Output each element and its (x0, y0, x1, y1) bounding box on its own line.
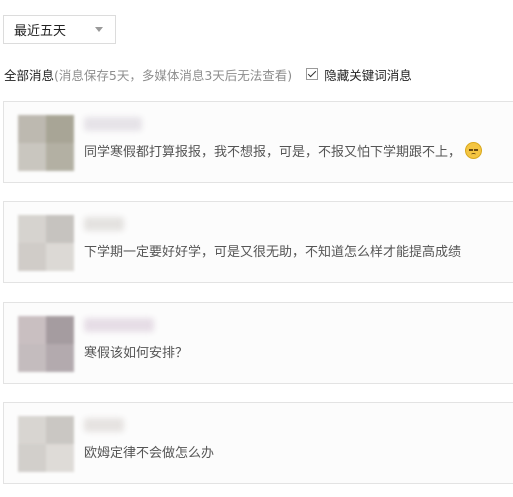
message-card: 同学寒假都打算报报，我不想报，可是，不报又怕下学期跟不上， (3, 101, 513, 183)
message-text-row: 同学寒假都打算报报，我不想报，可是，不报又怕下学期跟不上， (84, 141, 483, 160)
sender-name-blurred (84, 117, 142, 131)
sender-name-blurred (84, 318, 154, 332)
chevron-down-icon (95, 27, 103, 32)
all-messages-label: 全部消息 (4, 67, 55, 83)
message-card: 欧姆定律不会做怎么办 (3, 402, 513, 484)
message-card: 寒假该如何安排？ (3, 302, 513, 384)
message-card: 下学期一定要好好学，可是又很无助，不知道怎么样才能提高成绩 (3, 201, 513, 283)
sender-name-blurred (84, 217, 124, 231)
sender-name-blurred (84, 418, 124, 432)
message-text: 下学期一定要好好学，可是又很无助，不知道怎么样才能提高成绩 (84, 245, 462, 260)
avatar (18, 416, 74, 472)
message-text-row: 欧姆定律不会做怎么办 (84, 442, 214, 461)
avatar (18, 215, 74, 271)
hide-keyword-checkbox[interactable] (306, 68, 319, 80)
retention-note: (消息保存5天，多媒体消息3天后无法查看) (54, 67, 293, 83)
pensive-face-icon (465, 142, 483, 159)
hide-keyword-label: 隐藏关键词消息 (324, 67, 412, 83)
time-range-value: 最近五天 (14, 24, 67, 39)
message-filter-bar: 全部消息 (消息保存5天，多媒体消息3天后无法查看) 隐藏关键词消息 (4, 64, 513, 84)
message-text-row: 下学期一定要好好学，可是又很无助，不知道怎么样才能提高成绩 (84, 241, 461, 260)
message-text: 寒假该如何安排？ (84, 346, 189, 361)
message-text-row: 寒假该如何安排？ (84, 342, 188, 361)
avatar (18, 115, 74, 171)
message-text: 欧姆定律不会做怎么办 (84, 446, 215, 461)
time-range-dropdown[interactable]: 最近五天 (3, 15, 116, 44)
message-text: 同学寒假都打算报报，我不想报，可是，不报又怕下学期跟不上， (84, 145, 462, 160)
avatar (18, 316, 74, 372)
